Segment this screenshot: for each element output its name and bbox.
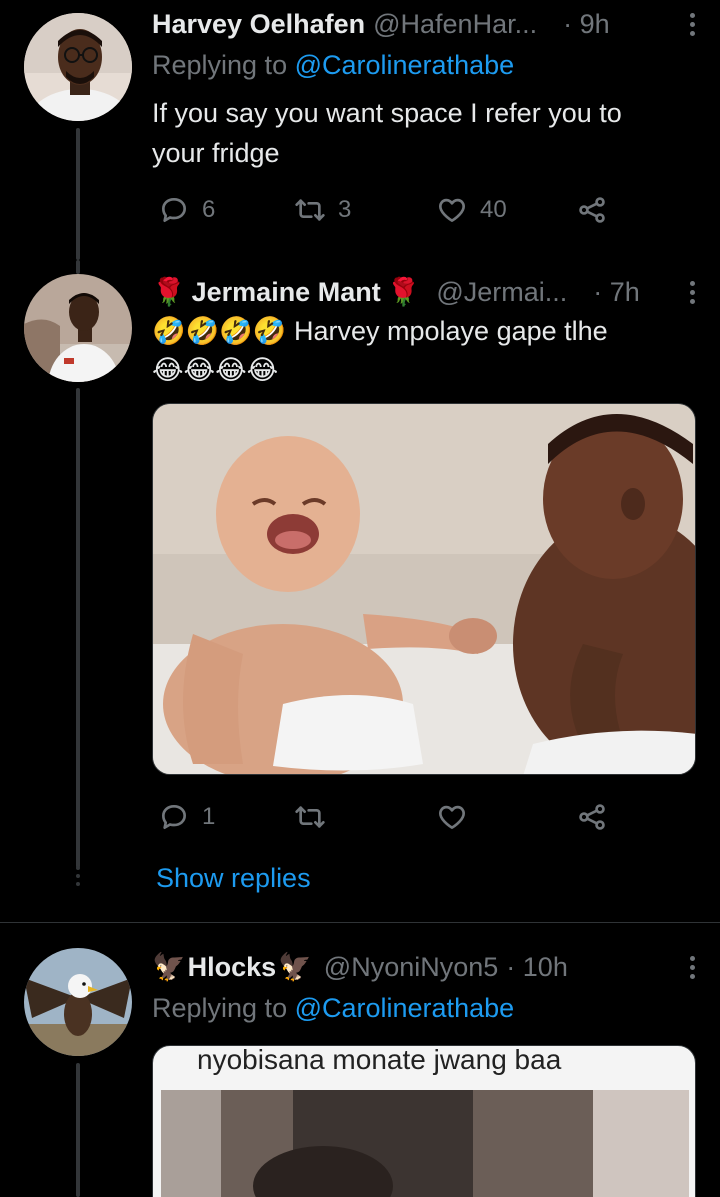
tweet-header: Harvey Oelhafen @HafenHar... · 9h — [152, 4, 700, 44]
thread-more-dots — [76, 866, 80, 886]
tweet-header: 🌹 Jermaine Mant 🌹 @Jermai... · 7h — [152, 272, 700, 312]
tweet-text-body: Harvey mpolaye gape tlhe — [286, 316, 608, 346]
tweet-jermaine[interactable]: 🌹 Jermaine Mant 🌹 @Jermai... · 7h 🤣🤣🤣🤣 H… — [0, 260, 720, 922]
reply-count: 6 — [202, 196, 216, 223]
retweet-icon — [295, 806, 325, 828]
reply-icon — [162, 805, 186, 829]
joy-emojis: 😂😂😂😂 — [152, 355, 279, 386]
tweet-actions: 1 — [152, 797, 622, 837]
display-name[interactable]: Jermaine Mant — [192, 277, 381, 308]
replying-to: Replying to @Carolinerathabe — [152, 993, 514, 1024]
share-button[interactable] — [576, 190, 608, 230]
username[interactable]: @Jermai... — [436, 277, 567, 308]
reply-count: 1 — [202, 803, 216, 830]
like-button[interactable] — [436, 797, 480, 837]
avatar[interactable] — [24, 13, 132, 121]
avatar[interactable] — [24, 948, 132, 1056]
like-icon — [439, 198, 465, 222]
retweet-button[interactable] — [294, 797, 338, 837]
eagle-emoji: 🦅 — [278, 952, 312, 983]
more-icon[interactable] — [682, 947, 702, 987]
like-icon — [439, 805, 465, 829]
tweet-hlocks[interactable]: 🦅 Hlocks 🦅 @NyoniNyon5 · 10h Replying to… — [0, 923, 720, 1197]
tweet-harvey[interactable]: Harvey Oelhafen @HafenHar... · 9h Replyi… — [0, 0, 720, 260]
rofl-emojis: 🤣🤣🤣🤣 — [152, 316, 287, 347]
share-button[interactable] — [576, 797, 608, 837]
display-name[interactable]: Hlocks — [188, 952, 277, 983]
reply-button[interactable]: 1 — [158, 797, 215, 837]
rose-emoji: 🌹 — [386, 277, 421, 308]
thread-line — [76, 1063, 80, 1197]
thread-line-top — [76, 260, 80, 274]
timestamp[interactable]: · 9h — [563, 9, 610, 40]
retweet-button[interactable]: 3 — [294, 190, 351, 230]
mention-link[interactable]: @Carolinerathabe — [295, 993, 515, 1023]
mention-link[interactable]: @Carolinerathabe — [295, 50, 515, 80]
username[interactable]: @HafenHar... — [373, 9, 537, 40]
tweet-image[interactable] — [152, 403, 696, 775]
replying-to: Replying to @Carolinerathabe — [152, 50, 514, 81]
share-icon — [579, 804, 605, 830]
image-caption: nyobisana monate jwang baa — [197, 1045, 562, 1075]
replying-prefix: Replying to — [152, 993, 295, 1023]
like-button[interactable]: 40 — [436, 190, 507, 230]
retweet-count: 3 — [338, 196, 352, 223]
reply-button[interactable]: 6 — [158, 190, 215, 230]
tweet-text: If you say you want space I refer you to… — [152, 98, 622, 168]
eagle-emoji: 🦅 — [152, 952, 186, 983]
more-icon[interactable] — [682, 4, 702, 44]
like-count: 40 — [480, 196, 507, 223]
thread-line — [76, 388, 80, 868]
timestamp[interactable]: · 10h — [506, 952, 568, 983]
timestamp[interactable]: · 7h — [593, 277, 640, 308]
reply-icon — [162, 198, 186, 222]
tweet-header: 🦅 Hlocks 🦅 @NyoniNyon5 · 10h — [152, 947, 700, 987]
more-icon[interactable] — [682, 272, 702, 312]
share-icon — [579, 197, 605, 223]
replying-prefix: Replying to — [152, 50, 295, 80]
thread-line — [76, 128, 80, 260]
tweet-image[interactable]: nyobisana monate jwang baa — [152, 1045, 696, 1197]
avatar[interactable] — [24, 274, 132, 382]
display-name[interactable]: Harvey Oelhafen — [152, 9, 365, 40]
show-replies-link[interactable]: Show replies — [156, 863, 311, 894]
tweet-text: 🤣🤣🤣🤣 Harvey mpolaye gape tlhe 😂😂😂😂 — [152, 312, 680, 390]
retweet-icon — [295, 199, 325, 221]
rose-emoji: 🌹 — [152, 277, 186, 308]
tweet-actions: 6 3 40 — [152, 190, 622, 230]
username[interactable]: @NyoniNyon5 — [324, 952, 499, 983]
